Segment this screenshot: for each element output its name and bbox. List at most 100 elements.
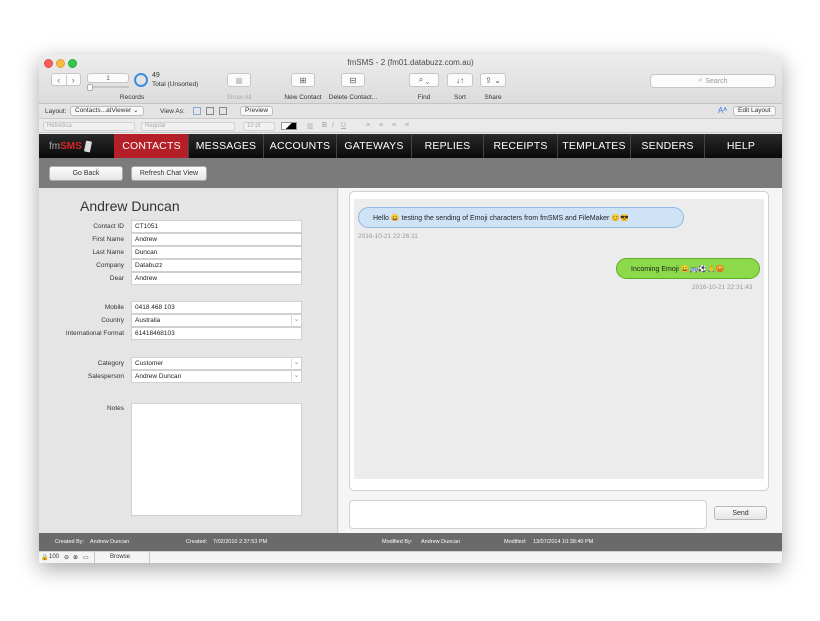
logo-prefix: fm (49, 140, 61, 152)
chevron-down-icon: ⌄ (133, 107, 139, 114)
refresh-chat-button[interactable]: Refresh Chat View (131, 166, 207, 181)
category-dropdown[interactable]: Customer (131, 357, 302, 370)
chevron-left-icon[interactable]: ‹ (52, 75, 66, 85)
edit-layout-button[interactable]: Edit Layout (733, 106, 776, 116)
incoming-message-bubble: Hello 😀 testing the sending of Emoji cha… (358, 207, 684, 228)
country-label: Country (101, 317, 124, 324)
show-all-icon[interactable]: ▦ (227, 73, 251, 87)
outgoing-message-text: Incoming Emoji 😀🚌⚽🙏😡 (631, 265, 725, 273)
record-nav-arrows[interactable]: ‹ › (51, 73, 81, 86)
delete-contact-icon[interactable]: ⊟ (341, 73, 365, 87)
mode-indicator[interactable]: Browse (110, 554, 130, 560)
tab-receipts[interactable]: RECEIPTS (483, 134, 557, 158)
zoom-in-icon[interactable]: ⊕ (73, 554, 78, 561)
align-right-icon[interactable]: ≡ (392, 122, 396, 129)
list-view-icon[interactable] (206, 107, 214, 115)
total-records-count: 49 (152, 72, 160, 79)
sort-label[interactable]: Sort (445, 94, 475, 101)
tab-gateways[interactable]: GATEWAYS (336, 134, 411, 158)
find-label[interactable]: Find (409, 94, 439, 101)
layout-label: Layout: (45, 108, 67, 115)
outgoing-message-bubble: Incoming Emoji 😀🚌⚽🙏😡 (616, 258, 760, 279)
dear-label: Dear (109, 275, 124, 282)
last-name-field[interactable]: Duncan (131, 246, 302, 259)
title-toolbar: fmSMS - 2 (fm01.databuzz.com.au) ‹ › 1 R… (39, 55, 782, 104)
search-placeholder: Search (705, 77, 728, 85)
share-label[interactable]: Share (478, 94, 508, 101)
tab-help[interactable]: HELP (704, 134, 777, 158)
align-left-icon[interactable]: ≡ (366, 122, 370, 129)
tab-templates[interactable]: TEMPLATES (557, 134, 630, 158)
contact-details-panel: Andrew Duncan Contact ID CT1051 First Na… (39, 188, 338, 533)
total-records-label: Total (Unsorted) (152, 81, 199, 88)
records-pie-icon (134, 73, 148, 87)
lock-icon: 🔒 (41, 555, 49, 561)
intl-format-field[interactable]: 61418468103 (131, 327, 302, 340)
category-label: Category (97, 360, 124, 367)
company-field[interactable]: Databuzz (131, 259, 302, 272)
chat-viewer: Hello 😀 testing the sending of Emoji cha… (349, 191, 769, 491)
first-name-field[interactable]: Andrew (131, 233, 302, 246)
align-center-icon[interactable]: ≡ (379, 122, 383, 129)
first-name-label: First Name (92, 236, 124, 243)
new-contact-icon[interactable]: ⊞ (291, 73, 315, 87)
modified-value: 13/07/2014 10:38:40 PM (533, 539, 594, 545)
preview-button[interactable]: Preview (240, 106, 274, 116)
sort-icon[interactable]: ↓↑ (447, 73, 473, 87)
chat-thread[interactable]: Hello 😀 testing the sending of Emoji cha… (354, 199, 764, 479)
incoming-message-text: Hello 😀 testing the sending of Emoji cha… (373, 214, 629, 222)
current-record-field[interactable]: 1 (87, 73, 129, 83)
font-size-select[interactable]: 10 pt (243, 122, 275, 131)
send-button[interactable]: Send (714, 506, 767, 520)
app-window: fmSMS - 2 (fm01.databuzz.com.au) ‹ › 1 R… (39, 55, 782, 563)
italic-icon[interactable]: I (332, 122, 334, 129)
notes-field[interactable] (131, 403, 302, 516)
share-icon[interactable]: ⇪ ⌄ (480, 73, 506, 87)
toggle-status-toolbar-icon[interactable]: ▭ (83, 554, 89, 561)
bold-icon[interactable]: B (322, 122, 327, 129)
records-label: Records (119, 94, 145, 101)
tab-contacts[interactable]: CONTACTS (114, 134, 188, 158)
delete-contact-label[interactable]: Delete Contact... (324, 94, 382, 101)
chat-panel: Hello 😀 testing the sending of Emoji cha… (339, 188, 782, 533)
message-compose-field[interactable] (349, 500, 707, 529)
new-contact-label[interactable]: New Contact (277, 94, 329, 101)
incoming-message-timestamp: 2016-10-21 22:26:11 (358, 233, 418, 240)
salesperson-dropdown[interactable]: Andrew Duncan (131, 370, 302, 383)
fill-icon[interactable]: ▥ (307, 122, 314, 130)
font-select[interactable]: Helvetica (43, 122, 135, 131)
outgoing-message-timestamp: 2016-10-21 22:31:43 (692, 284, 753, 291)
chevron-right-icon[interactable]: › (65, 74, 81, 85)
tab-messages[interactable]: MESSAGES (188, 134, 263, 158)
show-all-label[interactable]: Show All (219, 94, 259, 101)
contact-name-heading: Andrew Duncan (80, 198, 180, 214)
justify-icon[interactable]: ≡ (405, 122, 409, 129)
fmsms-logo: fm SMS (39, 134, 114, 158)
dear-field[interactable]: Andrew (131, 272, 302, 285)
font-style-select[interactable]: Regular (141, 122, 235, 131)
zoom-level[interactable]: 100 (49, 554, 59, 560)
modified-by-value: Andrew Duncan (421, 539, 461, 545)
form-view-icon[interactable] (193, 107, 201, 115)
search-input[interactable]: ⌕ Search (650, 74, 776, 88)
text-size-icon[interactable]: Aᴬ (718, 106, 727, 115)
text-color-swatch[interactable] (281, 122, 297, 130)
tab-replies[interactable]: REPLIES (411, 134, 483, 158)
table-view-icon[interactable] (219, 107, 227, 115)
mobile-field[interactable]: 0418 468 103 (131, 301, 302, 314)
contact-id-field[interactable]: CT1051 (131, 220, 302, 233)
go-back-button[interactable]: Go Back (49, 166, 123, 181)
modified-label: Modified: (504, 539, 527, 545)
tab-accounts[interactable]: ACCOUNTS (263, 134, 336, 158)
country-dropdown[interactable]: Australia (131, 314, 302, 327)
layout-select[interactable]: Contacts...atViewer ⌄ (70, 106, 144, 116)
record-slider[interactable] (87, 84, 129, 91)
logo-brand: SMS (60, 140, 82, 152)
tab-senders[interactable]: SENDERS (630, 134, 704, 158)
find-icon[interactable]: ⌕ ⌄ (409, 73, 439, 87)
notes-label: Notes (107, 405, 124, 412)
underline-icon[interactable]: U (341, 122, 346, 129)
modified-by-label: Modified By: (382, 539, 413, 545)
window-title: fmSMS - 2 (fm01.databuzz.com.au) (347, 58, 474, 67)
zoom-out-icon[interactable]: ⊖ (64, 554, 69, 561)
